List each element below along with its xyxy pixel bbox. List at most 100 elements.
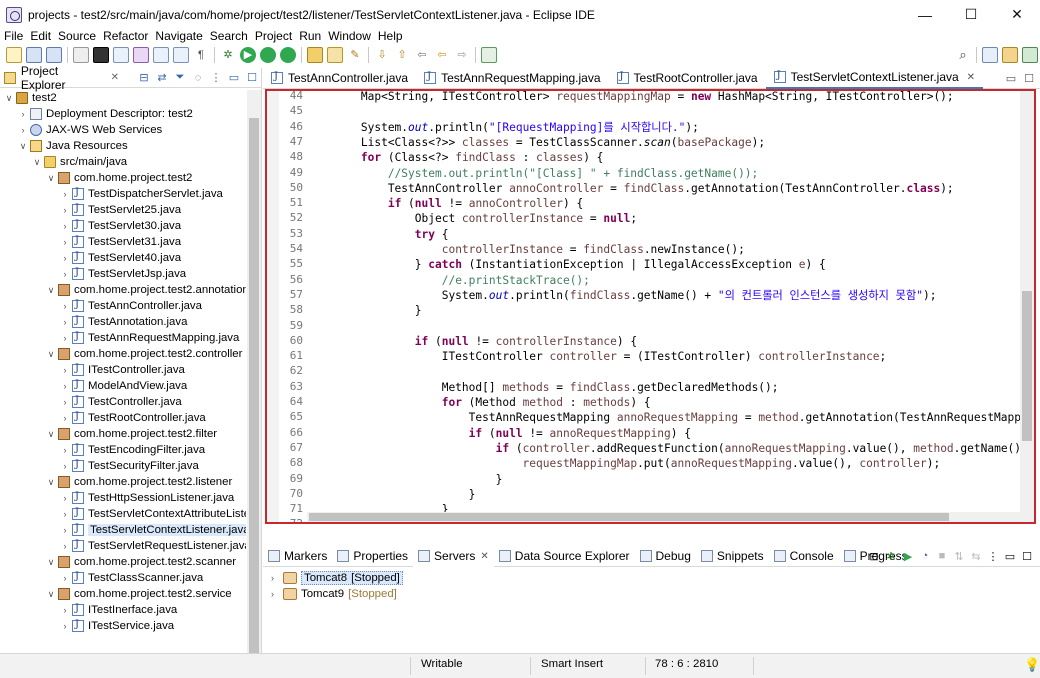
chevron-right-icon[interactable]: › [60, 541, 70, 551]
tree-item[interactable]: › TestDispatcherServlet.java [60, 186, 223, 202]
next-annotation-icon[interactable]: ⇩ [374, 47, 390, 63]
code-line[interactable]: if (null != annoController) { [307, 196, 583, 212]
chevron-right-icon[interactable]: › [18, 125, 28, 135]
code-line[interactable]: for (Method method : methods) { [307, 395, 651, 411]
explorer-scrollbar[interactable] [247, 90, 261, 658]
tree-item[interactable]: › TestServlet25.java [60, 202, 181, 218]
editor-horizontal-scrollbar[interactable] [307, 512, 1023, 522]
chevron-right-icon[interactable]: › [60, 301, 70, 311]
code-area[interactable]: Map<String, ITestController> requestMapp… [307, 91, 1021, 522]
tree-item[interactable]: › TestController.java [60, 394, 182, 410]
tree-item[interactable]: ∨ Java Resources [18, 138, 128, 154]
highlight-icon[interactable] [133, 47, 149, 63]
chevron-down-icon[interactable]: ∨ [18, 141, 28, 152]
tree-item[interactable]: › TestServlet40.java [60, 250, 181, 266]
chevron-down-icon[interactable]: ∨ [46, 477, 56, 488]
status-insert-mode[interactable]: Smart Insert [541, 658, 603, 670]
toggle-breadcrumb-icon[interactable] [113, 47, 129, 63]
menu-file[interactable]: File [0, 29, 26, 43]
tree-item[interactable]: › ITestInerface.java [60, 602, 177, 618]
tree-item[interactable]: › TestSecurityFilter.java [60, 458, 199, 474]
prev-annotation-icon[interactable]: ⇧ [394, 47, 410, 63]
debug-icon[interactable]: ✲ [220, 47, 236, 63]
menu-navigate[interactable]: Navigate [151, 29, 205, 43]
code-line[interactable]: } [307, 303, 422, 319]
bottom-tab[interactable]: Servers ✕ [413, 545, 494, 567]
code-line[interactable]: System.out.println("[RequestMapping]를 시작… [307, 120, 699, 136]
new-icon[interactable] [6, 47, 22, 63]
forward-icon[interactable]: ⇨ [454, 47, 470, 63]
pen-icon[interactable]: ✎ [347, 47, 363, 63]
open-perspective-icon[interactable] [982, 47, 998, 63]
close-icon[interactable]: ✕ [967, 72, 975, 83]
bottom-tab[interactable]: Data Source Explorer [494, 546, 635, 567]
tree-item[interactable]: › TestClassScanner.java [60, 570, 203, 586]
tree-item[interactable]: ∨ com.home.project.test2.filter [46, 426, 217, 442]
tree-item[interactable]: › JAX-WS Web Services [18, 122, 162, 138]
chevron-right-icon[interactable]: › [60, 333, 70, 343]
menu-search[interactable]: Search [206, 29, 251, 43]
tree-item[interactable]: › TestServletContextListener.java [60, 522, 246, 538]
minimize-view-icon[interactable]: ▭ [227, 71, 241, 85]
stop-server-icon[interactable]: ■ [935, 549, 949, 563]
maximize-view-icon[interactable]: ☐ [1020, 549, 1034, 563]
editor-tab[interactable]: TestAnnController.java [263, 68, 416, 89]
code-line[interactable]: requestMappingMap.put(annoRequestMapping… [307, 456, 941, 472]
code-line[interactable]: if (null != annoRequestMapping) { [307, 426, 691, 442]
tree-item[interactable]: ∨ com.home.project.test2.annotation [46, 282, 246, 298]
terminal-icon[interactable] [93, 47, 109, 63]
code-editor[interactable]: 44 45 46 47 48 49 50 51 52 53 54 55 56 57 58 59 60 61 62 63… [265, 89, 1036, 524]
print-icon[interactable] [73, 47, 89, 63]
code-line[interactable]: System.out.println(findClass.getName() +… [307, 288, 937, 304]
code-line[interactable]: for (Class<?> findClass : classes) { [307, 150, 604, 166]
profile-server-icon[interactable]: ◔ [918, 549, 932, 563]
menu-help[interactable]: Help [374, 29, 406, 43]
bottom-tab[interactable]: Debug [635, 546, 696, 567]
chevron-right-icon[interactable]: › [60, 253, 70, 263]
tree-item[interactable]: › TestServletRequestListener.java [60, 538, 246, 554]
tree-item[interactable]: › TestHttpSessionListener.java [60, 490, 234, 506]
code-line[interactable]: if (controller.addRequestFunction(annoRe… [307, 441, 1021, 457]
editor-vscroll-thumb[interactable] [1022, 291, 1032, 441]
code-line[interactable]: //System.out.println("[Class] " + findCl… [307, 166, 758, 182]
close-window-button[interactable]: ✕ [994, 0, 1040, 29]
chevron-down-icon[interactable]: ∨ [4, 93, 14, 104]
chevron-right-icon[interactable]: › [18, 109, 28, 119]
last-edit-icon[interactable]: ⇦ [414, 47, 430, 63]
server-row[interactable]: › Tomcat9 [Stopped] [271, 586, 397, 602]
pin-editor-icon[interactable] [481, 47, 497, 63]
menu-project[interactable]: Project [251, 29, 295, 43]
tree-item[interactable]: › TestServlet31.java [60, 234, 181, 250]
explorer-scroll-thumb[interactable] [249, 118, 259, 658]
debug-perspective-icon[interactable] [1022, 47, 1038, 63]
tree-item[interactable]: ∨ com.home.project.test2.scanner [46, 554, 236, 570]
editor-tab[interactable]: TestRootController.java [609, 68, 766, 89]
code-line[interactable]: ITestController controller = (ITestContr… [307, 349, 887, 365]
tree-item[interactable]: › TestAnnotation.java [60, 314, 187, 330]
tree-item[interactable]: › ITestService.java [60, 618, 174, 634]
publish-icon[interactable]: ⇅ [952, 549, 966, 563]
tree-item[interactable]: ∨ com.home.project.test2.controller [46, 346, 242, 362]
chevron-right-icon[interactable]: › [60, 397, 70, 407]
minimize-button[interactable]: — [902, 0, 948, 29]
bottom-tab[interactable]: Snippets [696, 546, 769, 567]
tree-item[interactable]: ∨ com.home.project.test2.service [46, 586, 232, 602]
code-line[interactable]: List<Class<?>> classes = TestClassScanne… [307, 135, 765, 151]
chevron-right-icon[interactable]: › [60, 365, 70, 375]
tree-item[interactable]: › ITestController.java [60, 362, 185, 378]
minimize-view-icon[interactable]: ▭ [1003, 549, 1017, 563]
maximize-button[interactable]: ☐ [948, 0, 994, 29]
block-selection-icon[interactable] [173, 47, 189, 63]
collapse-all-icon[interactable]: ⊟ [137, 71, 151, 85]
close-icon[interactable]: ✕ [480, 551, 488, 562]
tree-item[interactable]: › TestEncodingFilter.java [60, 442, 205, 458]
editor-vertical-scrollbar[interactable] [1020, 91, 1034, 522]
bottom-tab[interactable]: Markers [263, 546, 332, 567]
focus-icon[interactable]: ◌ [191, 71, 205, 85]
chevron-right-icon[interactable]: › [60, 381, 70, 391]
chevron-right-icon[interactable]: › [271, 573, 281, 583]
editor-hscroll-thumb[interactable] [309, 513, 949, 521]
search-icon[interactable]: ⌕ [955, 47, 971, 63]
tree-item[interactable]: ∨ com.home.project.test2 [46, 170, 192, 186]
chevron-right-icon[interactable]: › [60, 573, 70, 583]
